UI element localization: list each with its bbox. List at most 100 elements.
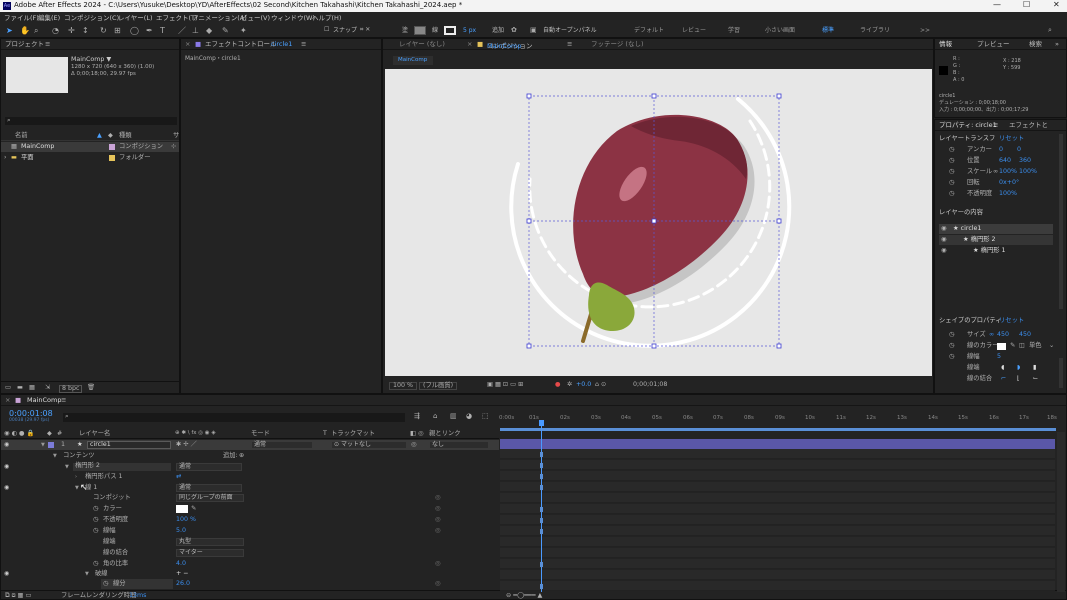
tab-properties[interactable]: プロパティ: circle1 — [939, 122, 997, 129]
keyframe-marker[interactable] — [540, 507, 543, 512]
layer-mode-dropdown[interactable]: 通常 — [251, 441, 313, 449]
stopwatch-icon[interactable]: ◷ — [949, 331, 955, 338]
bit-depth-button[interactable]: 8 bpc — [59, 385, 83, 394]
tab-effects[interactable]: エフェクトと — [1009, 122, 1048, 129]
col-parent[interactable]: 親とリンク — [429, 430, 460, 437]
stopwatch-icon[interactable]: ◷ — [93, 505, 99, 512]
expression-icon[interactable]: ◎ — [435, 560, 441, 567]
track-matte-dropdown[interactable]: ⊙ マットなし — [331, 441, 407, 449]
workspace-libraries[interactable]: ライブラリ — [860, 28, 890, 34]
rotate-tool-icon[interactable]: ↻ — [100, 27, 107, 35]
expand-icon[interactable]: › — [75, 475, 77, 480]
layer-duration-bar[interactable] — [500, 439, 1055, 449]
join-bevel-icon[interactable]: ⌙ — [1033, 375, 1038, 382]
search-help-icon[interactable]: ⌕ — [1048, 27, 1052, 34]
width-value[interactable]: 5.0 — [176, 527, 186, 534]
miter-value[interactable]: 4.0 — [176, 560, 186, 567]
color-channel-icon[interactable]: ● — [555, 381, 561, 388]
eye-icon[interactable]: ◉ — [941, 247, 947, 254]
lock-icon[interactable]: ■ — [477, 41, 483, 48]
project-search-input[interactable]: ⌕ — [5, 117, 177, 125]
project-row-maincomp[interactable]: ▦ MainComp コンポジション ⊹ — [1, 142, 179, 152]
contents-row-ellipse1[interactable]: ◉ ★ 楕円形 1 — [939, 246, 1053, 256]
row-dashes[interactable]: ◉ ▼ 破線 + − — [1, 569, 499, 579]
menu-window[interactable]: ウィンドウ(W) — [271, 15, 315, 22]
eye-icon[interactable]: ◉ — [941, 225, 947, 232]
snapshot-icon[interactable]: ⌂ ⊙ — [595, 381, 606, 388]
effect-controls-menu-icon[interactable]: ≡ — [301, 41, 306, 48]
label-color-swatch[interactable] — [109, 155, 115, 161]
collapse-icon[interactable]: ▼ — [41, 443, 45, 448]
roto-tool-icon[interactable]: ✎ — [222, 27, 229, 35]
close-tab-icon[interactable]: × — [467, 41, 472, 48]
timeline-search-input[interactable]: ⌕ — [63, 413, 405, 422]
keyframe-marker[interactable] — [540, 518, 543, 523]
contents-row-circle1[interactable]: ◉ ★ circle1 — [939, 224, 1053, 234]
menu-composition[interactable]: コンポジション(C) — [64, 15, 119, 22]
ellipse-path-toggle[interactable]: ⇄ — [176, 473, 181, 480]
menu-view[interactable]: ビュー(V) — [241, 15, 270, 22]
eye-icon[interactable]: ◉ — [4, 485, 9, 491]
add-label[interactable]: 追加 — [492, 28, 504, 34]
menu-edit[interactable]: 編集(E) — [38, 15, 60, 22]
zoom-out-icon[interactable]: ⊖ ━◯━━━ ▲ — [506, 592, 542, 599]
parent-dropdown[interactable]: なし — [429, 441, 489, 449]
clone-tool-icon[interactable]: ⊥ — [192, 27, 199, 35]
selection-tool-icon[interactable]: ➤ — [6, 27, 13, 35]
section-transform[interactable]: レイヤートランスフ — [939, 135, 995, 142]
workspace-review[interactable]: レビュー — [682, 28, 706, 34]
stopwatch-icon[interactable]: ◷ — [103, 580, 109, 587]
close-tab-icon[interactable]: × — [5, 397, 10, 404]
snap-checkbox[interactable]: ☐ — [324, 27, 329, 33]
eye-icon[interactable]: ◉ — [4, 442, 9, 448]
col-mode[interactable]: モード — [251, 430, 270, 437]
stopwatch-icon[interactable]: ◷ — [949, 342, 955, 349]
eyedropper-icon[interactable]: ✎ — [191, 505, 196, 512]
workspace-more[interactable]: >> — [920, 28, 930, 34]
collapse-icon[interactable]: ▼ — [53, 454, 57, 459]
menu-file[interactable]: ファイル(F) — [4, 15, 39, 22]
shy-layers-icon[interactable]: ▥ — [450, 413, 457, 420]
join-miter-icon[interactable]: ⌐ — [1001, 375, 1006, 382]
eraser-tool-icon[interactable]: ◆ — [206, 27, 212, 35]
ellipse-mode-dropdown[interactable]: 通常 — [176, 463, 242, 471]
stroke-type-icon[interactable]: ◫ — [1019, 342, 1025, 349]
workspace-standard[interactable]: 標準 — [822, 28, 834, 34]
close-tab-icon[interactable]: × — [185, 41, 190, 48]
keyframe-marker[interactable] — [540, 584, 543, 589]
add-icon[interactable]: ⊕ — [239, 452, 244, 459]
stroke-mode-dropdown[interactable]: 単色 — [1029, 342, 1042, 349]
timeline-tab[interactable]: MainComp — [27, 397, 62, 404]
scale-x[interactable]: 100% — [999, 168, 1017, 175]
expression-icon[interactable]: ◎ — [435, 494, 441, 501]
eye-icon[interactable]: ◉ — [4, 571, 9, 577]
col-name-header[interactable]: 名前 — [15, 132, 28, 139]
type-tool-icon[interactable]: T — [160, 27, 165, 35]
auto-open-icon[interactable]: ▣ — [530, 27, 537, 34]
pick-whip-icon[interactable]: ◎ — [411, 441, 417, 448]
col-layer-name[interactable]: レイヤー名 — [79, 430, 110, 437]
motion-blur-icon[interactable]: ◕ — [466, 413, 472, 420]
tab-search[interactable]: 検索 — [1029, 41, 1042, 48]
transform-reset[interactable]: リセット — [999, 135, 1024, 142]
effect-controls-tab[interactable]: エフェクトコントロール — [205, 41, 277, 48]
tab-info[interactable]: 情報 — [939, 41, 952, 48]
viewer-menu-icon[interactable]: ≡ — [567, 41, 572, 48]
puppet-tool-icon[interactable]: ✦ — [240, 27, 247, 35]
draft-3d-icon[interactable]: ⌂ — [433, 413, 437, 420]
shape-reset[interactable]: リセット — [999, 317, 1024, 324]
properties-menu-icon[interactable]: ≡ — [993, 122, 998, 129]
add-remove-dash[interactable]: + − — [176, 570, 189, 577]
layer-switches[interactable]: ✱ ✢ ／ — [176, 441, 197, 448]
brush-tool-icon[interactable]: ／ — [178, 27, 186, 35]
row-dash[interactable]: ◷ 線分 — [101, 579, 173, 589]
shape-tool-icon[interactable]: ◯ — [130, 27, 139, 35]
comp-breadcrumb[interactable]: MainComp — [393, 56, 433, 65]
minimize-icon[interactable]: — — [993, 1, 1001, 9]
expression-icon[interactable]: ◎ — [435, 580, 441, 587]
stopwatch-icon[interactable]: ◷ — [93, 527, 99, 534]
row-stroke[interactable]: ◉ ▼ 線 1 通常 — [1, 483, 499, 493]
zoom-dropdown[interactable]: 100 % — [389, 382, 418, 391]
shape-scrollbar[interactable] — [1059, 358, 1063, 388]
expression-icon[interactable]: ◎ — [435, 516, 441, 523]
